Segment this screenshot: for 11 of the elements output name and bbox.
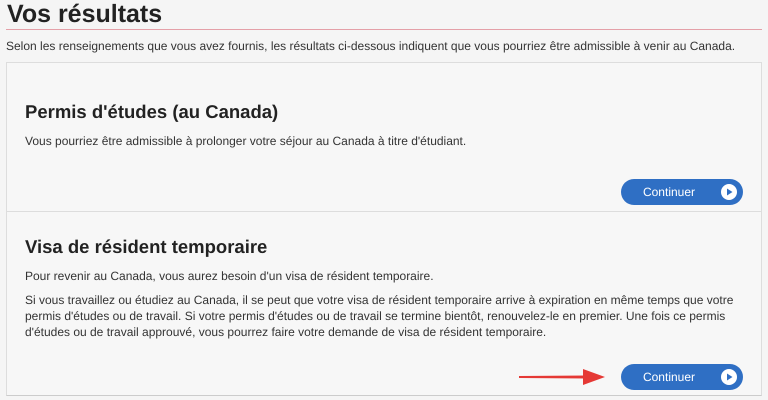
- intro-text: Selon les renseignements que vous avez fournis, les résultats ci-dessous indiquent que vous pourriez être admissible à venir au Canada.: [6, 38, 736, 54]
- result-text: Vous pourriez être admissible à prolonger votre séjour au Canada à titre d'étudiant.: [25, 133, 468, 149]
- play-icon: [721, 184, 737, 200]
- page-title: Vos résultats: [6, 0, 164, 28]
- continue-button[interactable]: Continuer: [620, 179, 743, 205]
- result-title: Permis d'études (au Canada): [25, 101, 280, 123]
- result-title: Visa de résident temporaire: [25, 236, 268, 258]
- result-text: Pour revenir au Canada, vous aurez besoin d'un visa de résident temporaire.: [25, 268, 435, 284]
- continue-button[interactable]: Continuer: [620, 364, 743, 390]
- result-text: Si vous travaillez ou étudiez au Canada, il se peut que votre visa de résident temporaire arrive à expiration en même temps que votre permis d'études ou de travail. Si votre permis d'études ou de travail se termine bientôt, renouvelez-le en premier. Une fois ce permis d'études ou de travail approuvé, vous pourrez faire votre demande de visa de résident temporaire.: [25, 292, 734, 340]
- play-icon: [721, 369, 737, 385]
